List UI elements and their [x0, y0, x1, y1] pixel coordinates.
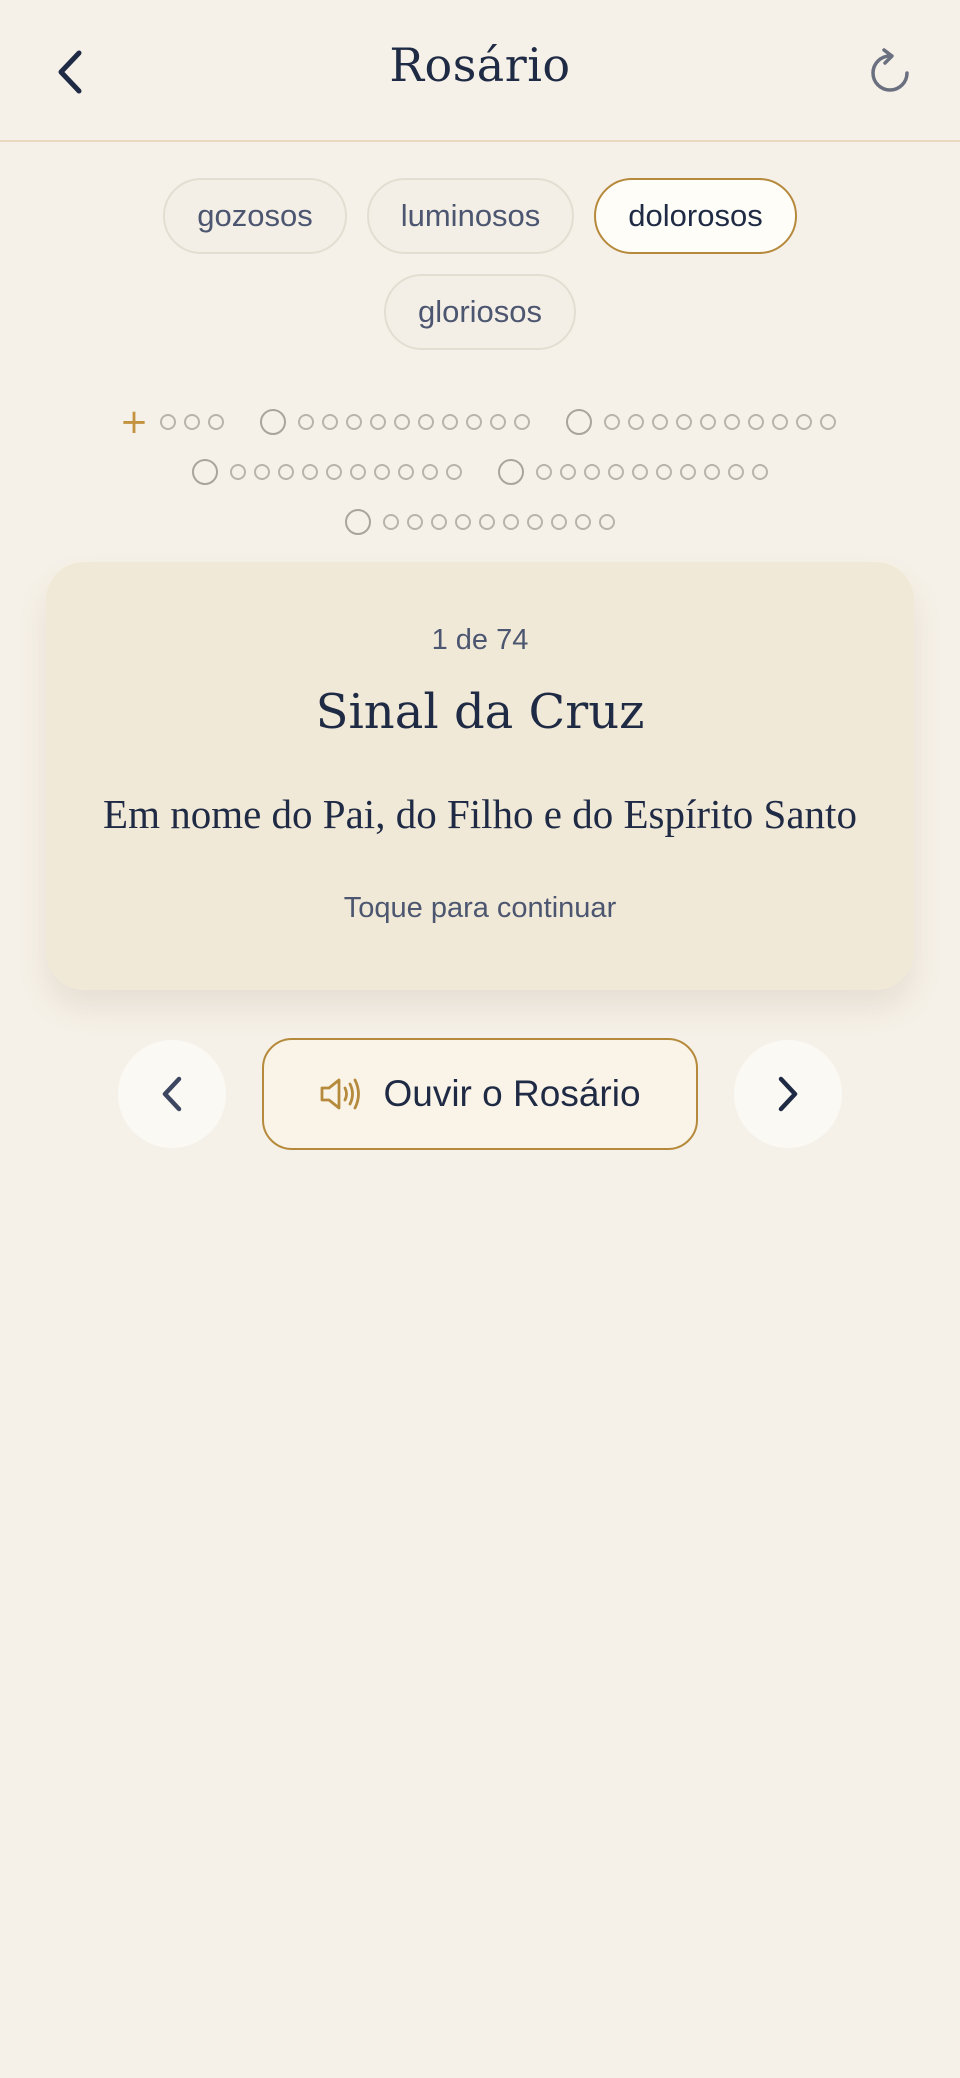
hail-mary-bead [278, 464, 294, 480]
listen-rosary-label: Ouvir o Rosário [383, 1073, 641, 1114]
hail-mary-bead [820, 414, 837, 430]
our-father-bead [498, 459, 524, 485]
hail-mary-bead [374, 464, 390, 480]
prayer-text: Em nome do Pai, do Filho e do Espírito S… [103, 791, 857, 837]
hail-mary-bead [728, 464, 744, 480]
hail-mary-bead [752, 464, 768, 480]
bead-row [80, 448, 880, 496]
hail-mary-bead [652, 414, 669, 430]
hail-mary-bead [676, 414, 693, 430]
intro-bead [160, 414, 177, 430]
hail-mary-bead [446, 464, 462, 480]
bead-row [80, 498, 880, 546]
prayer-progress: 1 de 74 [431, 624, 529, 656]
playback-controls: Ouvir o Rosário [0, 1038, 960, 1150]
next-button[interactable] [734, 1040, 842, 1148]
hail-mary-bead [490, 414, 507, 430]
hail-mary-bead [772, 414, 789, 430]
hail-mary-bead [551, 514, 567, 530]
chip-gloriosos[interactable]: gloriosos [383, 274, 577, 350]
hail-mary-bead [796, 414, 813, 430]
hail-mary-bead [680, 464, 696, 480]
hail-mary-bead [422, 464, 438, 480]
listen-rosary-button[interactable]: Ouvir o Rosário [262, 1038, 698, 1150]
hail-mary-bead [346, 414, 363, 430]
hail-mary-bead [628, 414, 645, 430]
hail-mary-bead [748, 414, 765, 430]
chip-gozosos[interactable]: gozosos [163, 178, 347, 254]
our-father-bead [192, 459, 218, 485]
hail-mary-bead [322, 414, 339, 430]
hail-mary-bead [560, 464, 576, 480]
hail-mary-bead [254, 464, 270, 480]
hail-mary-bead [479, 514, 495, 530]
decade-3 [188, 459, 466, 485]
our-father-bead [345, 509, 371, 535]
decade-4 [494, 459, 772, 485]
hail-mary-bead [632, 464, 648, 480]
chip-dolorosos[interactable]: dolorosos [594, 178, 797, 254]
hail-mary-bead [455, 514, 471, 530]
decade-2 [562, 409, 840, 435]
hail-mary-bead [527, 514, 543, 530]
hail-mary-bead [466, 414, 483, 430]
hail-mary-bead [575, 514, 591, 530]
hail-mary-bead [398, 464, 414, 480]
hail-mary-bead [704, 464, 720, 480]
bead-row: + [80, 398, 880, 446]
refresh-icon [871, 48, 909, 92]
chip-luminosos[interactable]: luminosos [366, 178, 575, 254]
decade-1 [256, 409, 534, 435]
hail-mary-bead [431, 514, 447, 530]
intro-beads: + [120, 405, 229, 439]
decade-5 [341, 509, 619, 535]
hail-mary-bead [724, 414, 741, 430]
prayer-title: Sinal da Cruz [315, 684, 645, 740]
hail-mary-bead [383, 514, 399, 530]
chevron-left-icon [162, 1076, 182, 1112]
hail-mary-bead [442, 414, 459, 430]
hail-mary-bead [407, 514, 423, 530]
hail-mary-bead [298, 414, 315, 430]
hail-mary-bead [608, 464, 624, 480]
tap-hint: Toque para continuar [343, 892, 617, 924]
hail-mary-bead [604, 414, 621, 430]
page-title: Rosário [389, 38, 571, 92]
hail-mary-bead [700, 414, 717, 430]
our-father-bead [566, 409, 593, 435]
speaker-icon [319, 1076, 361, 1112]
hail-mary-bead [503, 514, 519, 530]
intro-bead [184, 414, 201, 430]
hail-mary-bead [350, 464, 366, 480]
intro-bead [208, 414, 225, 430]
hail-mary-bead [656, 464, 672, 480]
our-father-bead [260, 409, 287, 435]
hail-mary-bead [302, 464, 318, 480]
hail-mary-bead [394, 414, 411, 430]
hail-mary-bead [599, 514, 615, 530]
hail-mary-bead [584, 464, 600, 480]
chevron-right-icon [778, 1076, 798, 1112]
reset-button[interactable] [858, 40, 922, 104]
hail-mary-bead [230, 464, 246, 480]
previous-button[interactable] [118, 1040, 226, 1148]
hail-mary-bead [536, 464, 552, 480]
hail-mary-bead [326, 464, 342, 480]
rosary-beads: + [80, 398, 880, 548]
hail-mary-bead [514, 414, 531, 430]
hail-mary-bead [418, 414, 435, 430]
app-header: Rosário [0, 0, 960, 142]
hail-mary-bead [370, 414, 387, 430]
prayer-card[interactable]: 1 de 74 Sinal da Cruz Em nome do Pai, do… [46, 562, 914, 990]
mystery-selector: gozosos luminosos dolorosos gloriosos [100, 178, 860, 350]
cross-icon: + [119, 402, 149, 442]
